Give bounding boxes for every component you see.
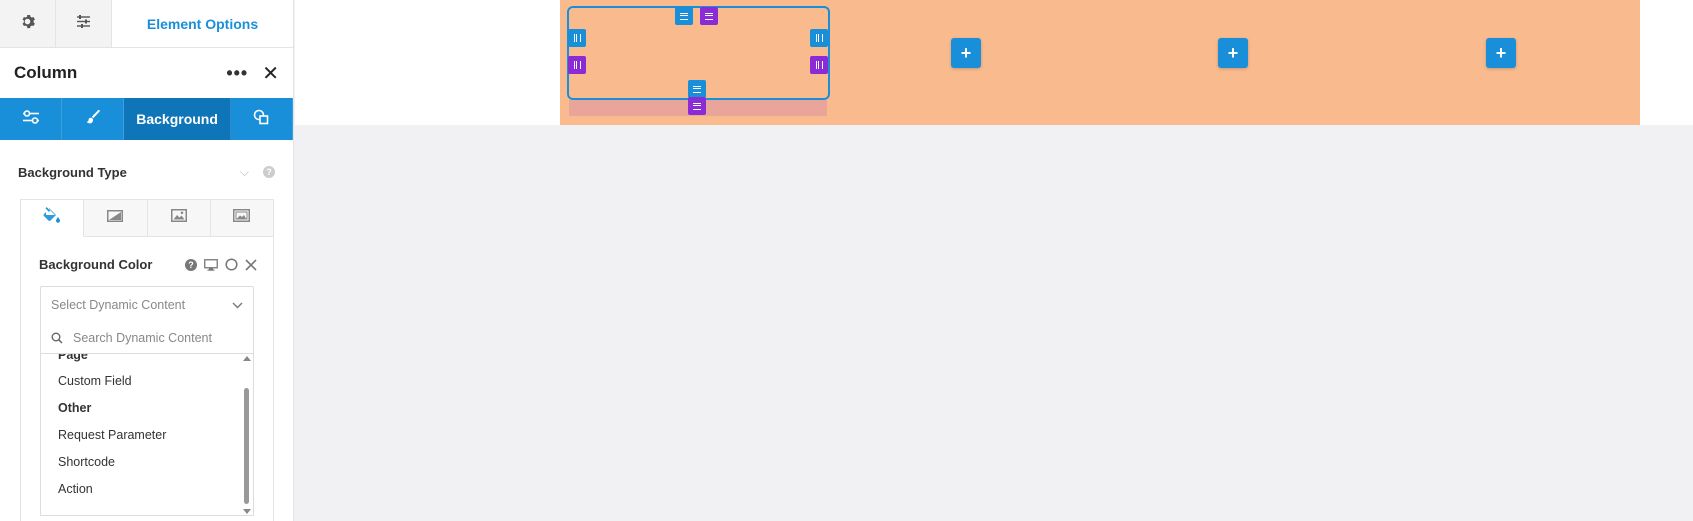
background-color-row: Background Color ?: [39, 257, 257, 272]
background-type-label: Background Type: [18, 164, 127, 180]
help-icon[interactable]: ?: [263, 166, 275, 178]
desktop-icon[interactable]: [204, 258, 218, 271]
list-item[interactable]: Action: [58, 482, 93, 496]
slideshow-icon: [233, 209, 251, 227]
chevron-down-icon: [232, 298, 243, 312]
background-type-header[interactable]: Background Type ⌵ ?: [0, 140, 293, 204]
background-type-tabs: [21, 200, 273, 237]
scroll-up-arrow-icon[interactable]: [243, 356, 251, 361]
scroll-down-arrow-icon[interactable]: [243, 509, 251, 514]
brush-icon: [85, 109, 101, 130]
list-group-label: Page: [58, 353, 88, 362]
list-scrollbar[interactable]: [243, 356, 251, 514]
plus-icon: +: [1227, 42, 1239, 63]
column-top-blue-handle[interactable]: [675, 7, 693, 25]
adjust-tab[interactable]: [56, 0, 112, 47]
search-placeholder: Search Dynamic Content: [73, 330, 212, 345]
add-element-button[interactable]: +: [1218, 38, 1248, 68]
element-options-sidebar: Element Options Column ••• ✕ Background …: [0, 0, 294, 521]
scrollbar-thumb[interactable]: [244, 388, 249, 504]
column-bottom-blue-handle[interactable]: [688, 80, 706, 98]
dynamic-content-select[interactable]: Select Dynamic Content: [40, 286, 254, 323]
panel-header: Column ••• ✕: [0, 48, 293, 98]
tab-slideshow[interactable]: [211, 200, 273, 236]
top-tabs: Element Options: [0, 0, 293, 48]
tab-extras[interactable]: [231, 98, 294, 140]
column-left-blue-handle[interactable]: [568, 29, 586, 47]
more-dots-icon[interactable]: •••: [226, 63, 248, 84]
columns-icon: [815, 34, 823, 42]
tab-gradient[interactable]: [84, 200, 148, 236]
background-color-label: Background Color: [39, 257, 153, 272]
chevron-down-icon[interactable]: ⌵: [240, 165, 249, 180]
dynamic-content-list: Page Custom Field Other Request Paramete…: [40, 353, 254, 516]
column-right-blue-handle[interactable]: [810, 29, 828, 47]
paint-bucket-icon: [43, 207, 61, 229]
columns-icon: [573, 34, 581, 42]
gradient-icon: [107, 209, 124, 227]
list-item[interactable]: Request Parameter: [58, 428, 166, 442]
toggle-icon: [22, 109, 40, 129]
list-item[interactable]: Custom Field: [58, 374, 132, 388]
settings-tab[interactable]: [0, 0, 56, 47]
panel-title: Column: [14, 63, 78, 82]
row-top-purple-handle[interactable]: [700, 7, 718, 25]
close-icon[interactable]: ✕: [262, 61, 279, 86]
menu-lines-icon: [680, 12, 688, 20]
columns-icon: [573, 61, 581, 69]
shapes-icon: [253, 109, 269, 130]
option-tabs: Background: [0, 98, 294, 140]
element-options-tab[interactable]: Element Options: [112, 0, 293, 47]
add-element-button[interactable]: +: [951, 38, 981, 68]
list-group-label: Other: [58, 401, 92, 415]
row-bottom-purple-handle[interactable]: [688, 97, 706, 115]
row-left-purple-handle[interactable]: [568, 56, 586, 74]
help-icon[interactable]: ?: [185, 258, 197, 271]
list-item[interactable]: Shortcode: [58, 455, 115, 469]
close-icon[interactable]: [245, 258, 257, 271]
sliders-icon: [76, 14, 91, 33]
menu-lines-icon: [705, 12, 713, 20]
columns-icon: [815, 61, 823, 69]
tab-color[interactable]: [21, 200, 85, 237]
select-placeholder: Select Dynamic Content: [51, 297, 186, 312]
plus-icon: +: [1495, 42, 1507, 63]
image-icon: [170, 209, 187, 227]
search-icon: [51, 332, 63, 344]
menu-lines-icon: [693, 85, 701, 93]
tab-background[interactable]: Background: [124, 98, 231, 140]
tab-general[interactable]: [0, 98, 63, 140]
reset-circle-icon[interactable]: [225, 258, 238, 271]
menu-lines-icon: [693, 102, 701, 110]
dynamic-content-search[interactable]: Search Dynamic Content: [40, 322, 254, 354]
tab-image[interactable]: [148, 200, 211, 236]
gear-icon: [20, 14, 35, 34]
add-element-button[interactable]: +: [1486, 38, 1516, 68]
plus-icon: +: [960, 42, 972, 63]
row-right-purple-handle[interactable]: [810, 56, 828, 74]
tab-design[interactable]: [62, 98, 125, 140]
